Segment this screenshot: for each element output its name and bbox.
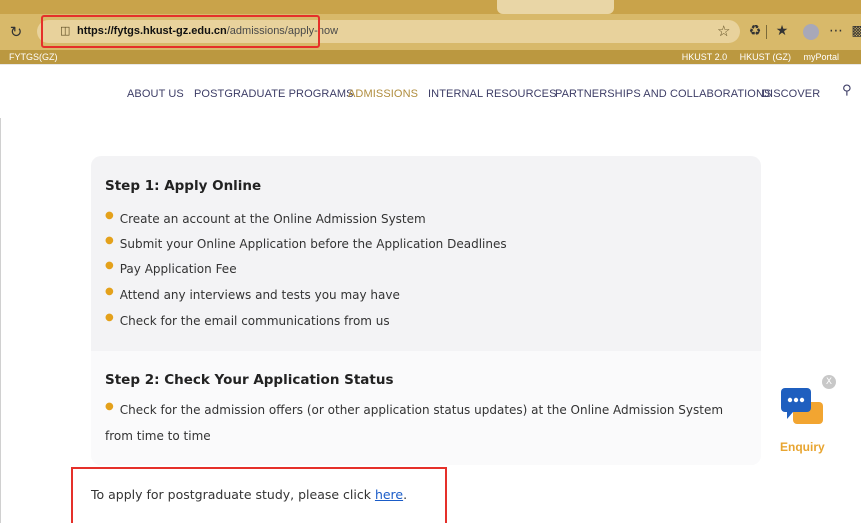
list-item: ● Check for the admission offers (or othe…	[105, 401, 724, 443]
steps-card: Step 1: Apply Online ● Create an account …	[91, 156, 761, 465]
search-icon[interactable]: ⚲	[842, 83, 852, 98]
active-tab[interactable]	[497, 0, 614, 14]
nav-discover[interactable]: DISCOVER	[762, 87, 820, 101]
nav-partnerships[interactable]: PARTNERSHIPS AND COLLABORATIONS	[555, 87, 771, 101]
list-item: ● Pay Application Fee	[105, 260, 237, 276]
apply-here-link[interactable]: here	[375, 487, 403, 502]
list-item: ● Attend any interviews and tests you may…	[105, 286, 400, 302]
site-top-links: HKUST 2.0 HKUST (GZ) myPortal	[672, 50, 839, 64]
favorites-icon[interactable]: ★	[772, 21, 792, 41]
nav-internal-resources[interactable]: INTERNAL RESOURCES	[428, 87, 557, 101]
link-hkust-2[interactable]: HKUST 2.0	[682, 52, 727, 62]
extensions-icon[interactable]: ♻	[745, 21, 765, 41]
profile-avatar[interactable]	[803, 24, 819, 40]
enquiry-label[interactable]: Enquiry	[780, 440, 825, 454]
url-highlight-box	[41, 15, 320, 48]
site-brand[interactable]: FYTGS(GZ)	[9, 50, 58, 64]
more-icon[interactable]: ⋯	[826, 21, 846, 41]
nav-postgraduate-programs[interactable]: POSTGRADUATE PROGRAMS	[194, 87, 354, 101]
list-item: ● Submit your Online Application before t…	[105, 235, 507, 251]
window-edge	[0, 118, 1, 523]
bullet-dot-icon: ●	[105, 235, 114, 246]
step-2-title: Step 2: Check Your Application Status	[105, 372, 394, 388]
site-top-bar: FYTGS(GZ) HKUST 2.0 HKUST (GZ) myPortal	[0, 50, 861, 64]
bullet-dot-icon: ●	[105, 401, 114, 412]
apply-instruction: To apply for postgraduate study, please …	[91, 487, 408, 502]
favorite-star-icon[interactable]: ☆	[717, 22, 730, 40]
list-item: ● Create an account at the Online Admissi…	[105, 210, 426, 226]
link-myportal[interactable]: myPortal	[803, 52, 839, 62]
main-navigation: ABOUT US POSTGRADUATE PROGRAMS ADMISSION…	[0, 64, 861, 118]
bullet-dot-icon: ●	[105, 210, 114, 221]
toolbar-divider	[766, 25, 767, 39]
bullet-dot-icon: ●	[105, 260, 114, 271]
chat-bubble-icon[interactable]	[779, 386, 825, 432]
tab-strip	[0, 0, 861, 14]
nav-admissions[interactable]: ADMISSIONS	[348, 87, 418, 101]
nav-about-us[interactable]: ABOUT US	[127, 87, 184, 101]
step-1-title: Step 1: Apply Online	[105, 178, 262, 194]
list-item: ● Check for the email communications from…	[105, 312, 390, 328]
bullet-dot-icon: ●	[105, 286, 114, 297]
sidebar-icon[interactable]: ▩	[848, 21, 861, 41]
bullet-dot-icon: ●	[105, 312, 114, 323]
reload-icon[interactable]: ↻	[6, 22, 26, 42]
link-hkust-gz[interactable]: HKUST (GZ)	[740, 52, 791, 62]
